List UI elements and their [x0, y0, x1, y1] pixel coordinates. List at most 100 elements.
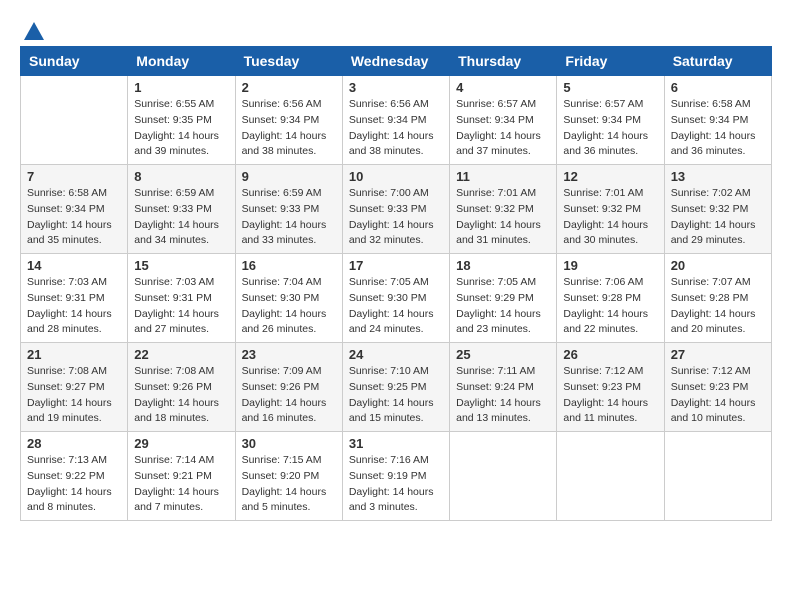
calendar-day-cell: 13 Sunrise: 7:02 AM Sunset: 9:32 PM Dayli… [664, 165, 771, 254]
day-info: Sunrise: 7:08 AM Sunset: 9:27 PM Dayligh… [27, 364, 121, 427]
day-info: Sunrise: 7:01 AM Sunset: 9:32 PM Dayligh… [456, 186, 550, 249]
day-info: Sunrise: 7:03 AM Sunset: 9:31 PM Dayligh… [134, 275, 228, 338]
day-number: 13 [671, 169, 765, 184]
logo [20, 20, 48, 36]
day-info: Sunrise: 7:15 AM Sunset: 9:20 PM Dayligh… [242, 453, 336, 516]
day-info: Sunrise: 6:56 AM Sunset: 9:34 PM Dayligh… [242, 97, 336, 160]
day-number: 24 [349, 347, 443, 362]
day-info: Sunrise: 7:10 AM Sunset: 9:25 PM Dayligh… [349, 364, 443, 427]
day-number: 8 [134, 169, 228, 184]
day-info: Sunrise: 7:11 AM Sunset: 9:24 PM Dayligh… [456, 364, 550, 427]
calendar-day-cell: 5 Sunrise: 6:57 AM Sunset: 9:34 PM Daylig… [557, 76, 664, 165]
day-number: 23 [242, 347, 336, 362]
calendar-day-cell: 31 Sunrise: 7:16 AM Sunset: 9:19 PM Dayli… [342, 432, 449, 521]
day-number: 7 [27, 169, 121, 184]
day-info: Sunrise: 7:12 AM Sunset: 9:23 PM Dayligh… [563, 364, 657, 427]
calendar-day-cell: 6 Sunrise: 6:58 AM Sunset: 9:34 PM Daylig… [664, 76, 771, 165]
calendar-day-cell: 25 Sunrise: 7:11 AM Sunset: 9:24 PM Dayli… [450, 343, 557, 432]
day-info: Sunrise: 6:58 AM Sunset: 9:34 PM Dayligh… [27, 186, 121, 249]
day-number: 5 [563, 80, 657, 95]
day-info: Sunrise: 6:55 AM Sunset: 9:35 PM Dayligh… [134, 97, 228, 160]
calendar-day-cell: 7 Sunrise: 6:58 AM Sunset: 9:34 PM Daylig… [21, 165, 128, 254]
calendar-day-cell: 18 Sunrise: 7:05 AM Sunset: 9:29 PM Dayli… [450, 254, 557, 343]
calendar-day-cell: 3 Sunrise: 6:56 AM Sunset: 9:34 PM Daylig… [342, 76, 449, 165]
day-of-week-header: Friday [557, 47, 664, 76]
calendar-day-cell: 11 Sunrise: 7:01 AM Sunset: 9:32 PM Dayli… [450, 165, 557, 254]
calendar-day-cell: 1 Sunrise: 6:55 AM Sunset: 9:35 PM Daylig… [128, 76, 235, 165]
calendar-day-cell: 24 Sunrise: 7:10 AM Sunset: 9:25 PM Dayli… [342, 343, 449, 432]
calendar-day-cell: 30 Sunrise: 7:15 AM Sunset: 9:20 PM Dayli… [235, 432, 342, 521]
day-info: Sunrise: 6:58 AM Sunset: 9:34 PM Dayligh… [671, 97, 765, 160]
day-number: 28 [27, 436, 121, 451]
calendar-day-cell: 9Sunrise: 6:59 AM Sunset: 9:33 PM Daylig… [235, 165, 342, 254]
day-info: Sunrise: 6:57 AM Sunset: 9:34 PM Dayligh… [563, 97, 657, 160]
calendar-table: SundayMondayTuesdayWednesdayThursdayFrid… [20, 46, 772, 521]
day-number: 31 [349, 436, 443, 451]
day-number: 6 [671, 80, 765, 95]
day-number: 29 [134, 436, 228, 451]
day-number: 12 [563, 169, 657, 184]
day-number: 14 [27, 258, 121, 273]
calendar-day-cell: 8 Sunrise: 6:59 AM Sunset: 9:33 PM Daylig… [128, 165, 235, 254]
day-of-week-header: Sunday [21, 47, 128, 76]
day-number: 22 [134, 347, 228, 362]
calendar-week-row: 28 Sunrise: 7:13 AM Sunset: 9:22 PM Dayli… [21, 432, 772, 521]
day-number: 10 [349, 169, 443, 184]
calendar-day-cell: 12 Sunrise: 7:01 AM Sunset: 9:32 PM Dayli… [557, 165, 664, 254]
day-info: Sunrise: 7:00 AM Sunset: 9:33 PM Dayligh… [349, 186, 443, 249]
day-number: 26 [563, 347, 657, 362]
day-number: 2 [242, 80, 336, 95]
day-info: Sunrise: 7:04 AM Sunset: 9:30 PM Dayligh… [242, 275, 336, 338]
header [20, 20, 772, 36]
calendar-day-cell: 29Sunrise: 7:14 AM Sunset: 9:21 PM Dayli… [128, 432, 235, 521]
day-number: 15 [134, 258, 228, 273]
day-info: Sunrise: 6:56 AM Sunset: 9:34 PM Dayligh… [349, 97, 443, 160]
day-number: 17 [349, 258, 443, 273]
day-info: Sunrise: 6:59 AM Sunset: 9:33 PM Dayligh… [242, 186, 336, 249]
calendar-day-cell: 26 Sunrise: 7:12 AM Sunset: 9:23 PM Dayli… [557, 343, 664, 432]
calendar-day-cell: 19Sunrise: 7:06 AM Sunset: 9:28 PM Dayli… [557, 254, 664, 343]
day-info: Sunrise: 7:08 AM Sunset: 9:26 PM Dayligh… [134, 364, 228, 427]
calendar-week-row: 7 Sunrise: 6:58 AM Sunset: 9:34 PM Daylig… [21, 165, 772, 254]
day-info: Sunrise: 7:02 AM Sunset: 9:32 PM Dayligh… [671, 186, 765, 249]
day-number: 4 [456, 80, 550, 95]
day-info: Sunrise: 7:05 AM Sunset: 9:29 PM Dayligh… [456, 275, 550, 338]
day-number: 3 [349, 80, 443, 95]
day-info: Sunrise: 7:07 AM Sunset: 9:28 PM Dayligh… [671, 275, 765, 338]
day-number: 11 [456, 169, 550, 184]
day-info: Sunrise: 7:13 AM Sunset: 9:22 PM Dayligh… [27, 453, 121, 516]
day-number: 18 [456, 258, 550, 273]
day-info: Sunrise: 7:09 AM Sunset: 9:26 PM Dayligh… [242, 364, 336, 427]
calendar-day-cell: 28 Sunrise: 7:13 AM Sunset: 9:22 PM Dayli… [21, 432, 128, 521]
calendar-header-row: SundayMondayTuesdayWednesdayThursdayFrid… [21, 47, 772, 76]
calendar-day-cell: 2 Sunrise: 6:56 AM Sunset: 9:34 PM Daylig… [235, 76, 342, 165]
calendar-day-cell: 27 Sunrise: 7:12 AM Sunset: 9:23 PM Dayli… [664, 343, 771, 432]
day-info: Sunrise: 7:12 AM Sunset: 9:23 PM Dayligh… [671, 364, 765, 427]
day-info: Sunrise: 6:59 AM Sunset: 9:33 PM Dayligh… [134, 186, 228, 249]
calendar-day-cell: 4Sunrise: 6:57 AM Sunset: 9:34 PM Daylig… [450, 76, 557, 165]
day-number: 21 [27, 347, 121, 362]
calendar-day-cell: 23 Sunrise: 7:09 AM Sunset: 9:26 PM Dayli… [235, 343, 342, 432]
calendar-day-cell: 20 Sunrise: 7:07 AM Sunset: 9:28 PM Dayli… [664, 254, 771, 343]
calendar-day-cell: 15 Sunrise: 7:03 AM Sunset: 9:31 PM Dayli… [128, 254, 235, 343]
day-info: Sunrise: 7:05 AM Sunset: 9:30 PM Dayligh… [349, 275, 443, 338]
calendar-week-row: 21 Sunrise: 7:08 AM Sunset: 9:27 PM Dayli… [21, 343, 772, 432]
day-number: 27 [671, 347, 765, 362]
day-number: 20 [671, 258, 765, 273]
day-info: Sunrise: 7:03 AM Sunset: 9:31 PM Dayligh… [27, 275, 121, 338]
day-info: Sunrise: 7:16 AM Sunset: 9:19 PM Dayligh… [349, 453, 443, 516]
calendar-day-cell: 16Sunrise: 7:04 AM Sunset: 9:30 PM Dayli… [235, 254, 342, 343]
day-number: 30 [242, 436, 336, 451]
calendar-day-cell: 14 Sunrise: 7:03 AM Sunset: 9:31 PM Dayli… [21, 254, 128, 343]
day-of-week-header: Saturday [664, 47, 771, 76]
calendar-day-cell: 10 Sunrise: 7:00 AM Sunset: 9:33 PM Dayli… [342, 165, 449, 254]
calendar-week-row: 14 Sunrise: 7:03 AM Sunset: 9:31 PM Dayli… [21, 254, 772, 343]
day-of-week-header: Thursday [450, 47, 557, 76]
day-info: Sunrise: 7:01 AM Sunset: 9:32 PM Dayligh… [563, 186, 657, 249]
day-number: 1 [134, 80, 228, 95]
day-of-week-header: Wednesday [342, 47, 449, 76]
calendar-day-cell: 21 Sunrise: 7:08 AM Sunset: 9:27 PM Dayli… [21, 343, 128, 432]
logo-icon [22, 20, 46, 44]
day-of-week-header: Monday [128, 47, 235, 76]
day-number: 25 [456, 347, 550, 362]
